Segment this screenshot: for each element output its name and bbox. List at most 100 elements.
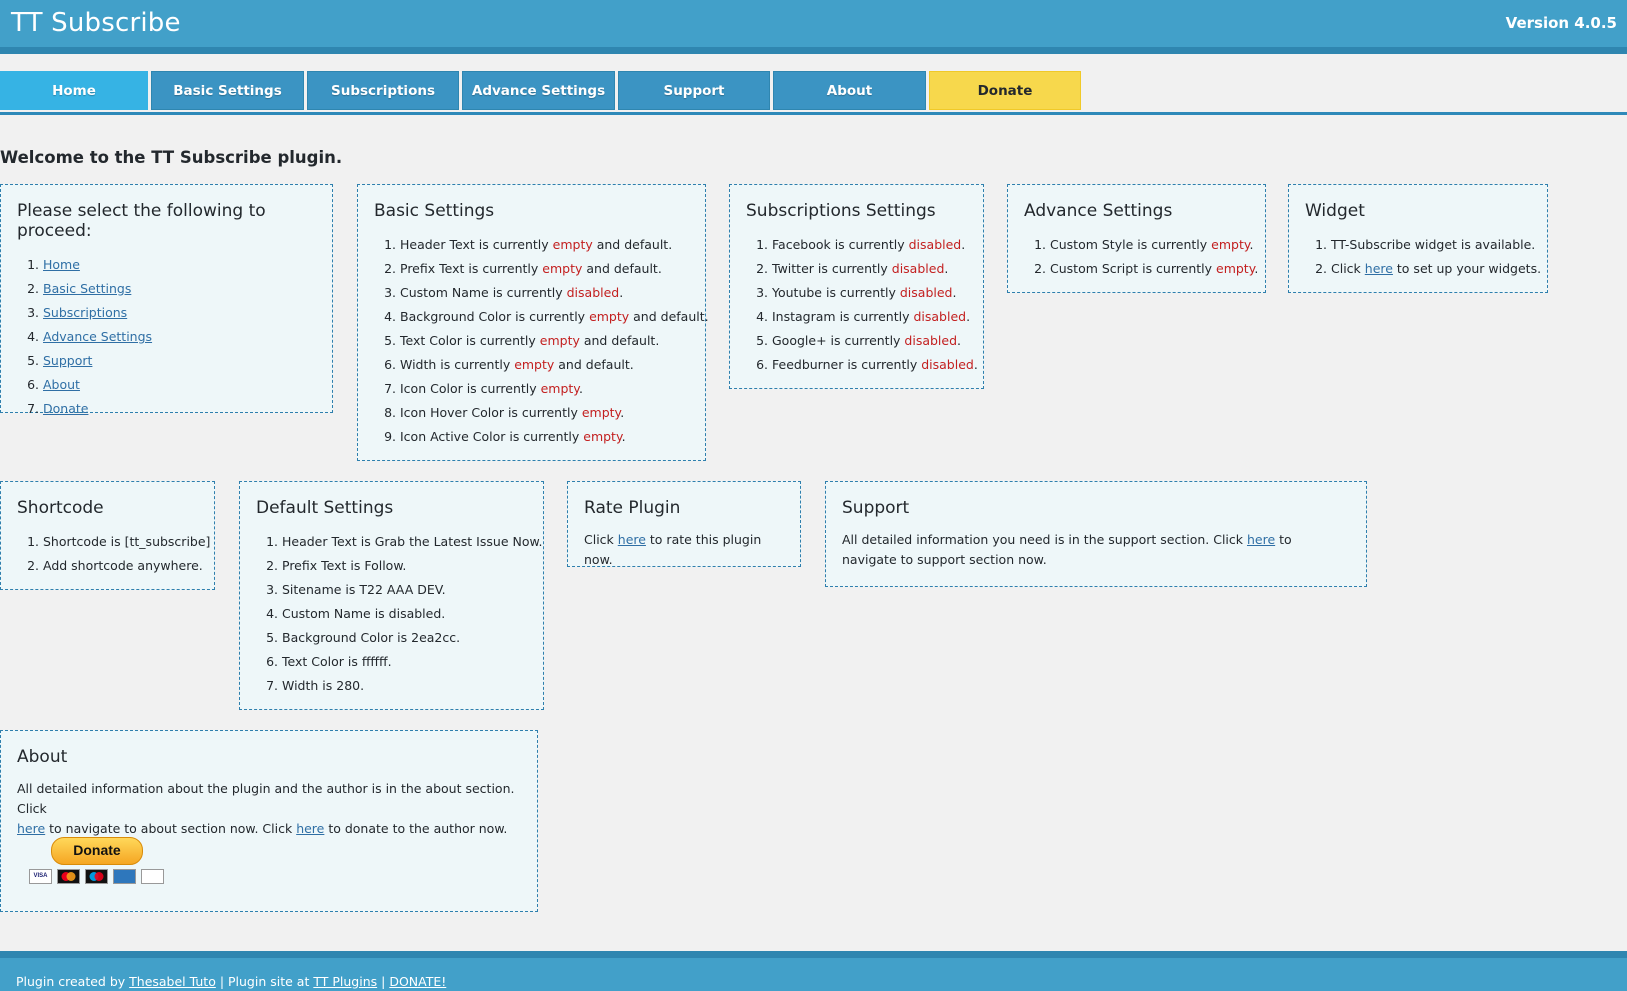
list-item: Background Color is 2ea2cc. (282, 626, 523, 650)
status-value: disabled (566, 285, 620, 300)
tab-support[interactable]: Support (618, 71, 770, 110)
item-text: to navigate to about section now. Click (45, 821, 297, 836)
item-text: Google+ is currently (772, 333, 905, 348)
default-settings-list: Header Text is Grab the Latest Issue Now… (256, 530, 543, 698)
tab-home[interactable]: Home (0, 71, 148, 110)
item-text: Header Text is currently (400, 237, 553, 252)
list-item: Header Text is currently empty and defau… (400, 233, 685, 257)
status-value: empty (539, 333, 580, 348)
tab-about[interactable]: About (773, 71, 926, 110)
widget-list: TT-Subscribe widget is available. Click … (1305, 233, 1541, 281)
link-about[interactable]: About (43, 377, 80, 392)
status-value: empty (589, 309, 630, 324)
list-item: Width is currently empty and default. (400, 353, 685, 377)
list-item: Header Text is Grab the Latest Issue Now… (282, 530, 543, 554)
status-value: disabled (913, 309, 967, 324)
widget-here-link[interactable]: here (1365, 261, 1393, 276)
rate-here-link[interactable]: here (618, 532, 646, 547)
item-text: to donate to the author now. (324, 821, 508, 836)
item-text: and default. (592, 237, 673, 252)
status-value: disabled (921, 357, 974, 372)
list-item: Background Color is currently empty and … (400, 305, 709, 329)
basic-settings-box: Basic Settings Header Text is currently … (357, 184, 709, 461)
link-home[interactable]: Home (43, 257, 80, 272)
about-box: About All detailed information about the… (0, 730, 538, 912)
plugin-version: Version 4.0.5 (1505, 14, 1617, 32)
tab-subscriptions[interactable]: Subscriptions (307, 71, 459, 110)
footer-author-link[interactable]: Thesabel Tuto (129, 974, 216, 989)
widget-title: Widget (1305, 201, 1365, 221)
paypal-donate-button[interactable]: Donate (51, 837, 143, 865)
item-text: and default. (554, 357, 634, 372)
status-value: empty (540, 381, 579, 396)
list-item: Custom Style is currently empty. (1050, 233, 1253, 257)
support-here-link[interactable]: here (1247, 532, 1275, 547)
advance-settings-box: Advance Settings Custom Style is current… (1007, 184, 1266, 293)
rate-plugin-title: Rate Plugin (584, 498, 681, 518)
donate-here-link[interactable]: here (296, 821, 324, 836)
widget-box: Widget TT-Subscribe widget is available.… (1288, 184, 1548, 293)
basic-settings-title: Basic Settings (374, 201, 495, 221)
item-text: . (966, 309, 971, 324)
list-item: Shortcode is [tt_subscribe] (43, 530, 210, 554)
subscriptions-settings-title: Subscriptions Settings (746, 201, 936, 221)
status-value: empty (581, 405, 621, 420)
footer-site-link[interactable]: TT Plugins (313, 974, 377, 989)
list-item: Click here to set up your widgets. (1331, 257, 1541, 281)
link-donate[interactable]: Donate (43, 401, 88, 416)
list-item: Basic Settings (43, 277, 312, 301)
list-item: Facebook is currently disabled. (772, 233, 965, 257)
item-text: Icon Color is currently (400, 381, 541, 396)
list-item: Instagram is currently disabled. (772, 305, 970, 329)
rate-plugin-text: Click here to rate this plugin now. (584, 530, 780, 570)
about-here-link[interactable]: here (17, 821, 45, 836)
footer-donate-link[interactable]: DONATE! (389, 974, 446, 989)
status-value: empty (583, 429, 622, 444)
welcome-heading: Welcome to the TT Subscribe plugin. (0, 148, 343, 167)
item-text: Twitter is currently (772, 261, 892, 276)
amex-card-icon (113, 869, 136, 884)
item-text: . (578, 381, 583, 396)
item-text: Width is currently (400, 357, 515, 372)
default-settings-box: Default Settings Header Text is Grab the… (239, 481, 544, 710)
shortcode-list: Shortcode is [tt_subscribe] Add shortcod… (17, 530, 210, 578)
link-advance-settings[interactable]: Advance Settings (43, 329, 152, 344)
tab-advance-settings[interactable]: Advance Settings (462, 71, 615, 110)
visa-card-icon: VISA (29, 869, 52, 884)
item-text: . (957, 333, 962, 348)
list-item: Icon Active Color is currently empty. (400, 425, 685, 449)
item-text: . (619, 285, 624, 300)
link-subscriptions[interactable]: Subscriptions (43, 305, 127, 320)
list-item: Support (43, 349, 312, 373)
item-text: . (1254, 261, 1259, 276)
list-item: Icon Hover Color is currently empty. (400, 401, 685, 425)
list-item: Donate (43, 397, 312, 421)
link-basic-settings[interactable]: Basic Settings (43, 281, 131, 296)
status-value: empty (552, 237, 593, 252)
status-value: disabled (908, 237, 962, 252)
item-text: Text Color is currently (400, 333, 540, 348)
mastercard-icon (57, 869, 80, 884)
tab-donate[interactable]: Donate (929, 71, 1081, 110)
rate-plugin-box: Rate Plugin Click here to rate this plug… (567, 481, 801, 567)
list-item: Google+ is currently disabled. (772, 329, 963, 353)
item-text: Click (584, 532, 618, 547)
list-item: Custom Script is currently empty. (1050, 257, 1258, 281)
link-support[interactable]: Support (43, 353, 92, 368)
advance-settings-list: Custom Style is currently empty. Custom … (1024, 233, 1258, 281)
item-text: Custom Name is currently (400, 285, 567, 300)
item-text: Facebook is currently (772, 237, 909, 252)
tab-basic-settings[interactable]: Basic Settings (151, 71, 304, 110)
about-text: All detailed information about the plugi… (17, 779, 517, 839)
item-text: and default. (582, 261, 662, 276)
item-text: Custom Script is currently (1050, 261, 1216, 276)
proceed-title: Please select the following to proceed: (17, 201, 266, 241)
list-item: Feedburner is currently disabled. (772, 353, 978, 377)
support-title: Support (842, 498, 910, 518)
list-item: Text Color is ffffff. (282, 650, 523, 674)
item-text: Instagram is currently (772, 309, 914, 324)
item-text: Youtube is currently (772, 285, 900, 300)
item-text: to set up your widgets. (1392, 261, 1542, 276)
item-text: . (620, 405, 625, 420)
list-item: Custom Name is disabled. (282, 602, 523, 626)
